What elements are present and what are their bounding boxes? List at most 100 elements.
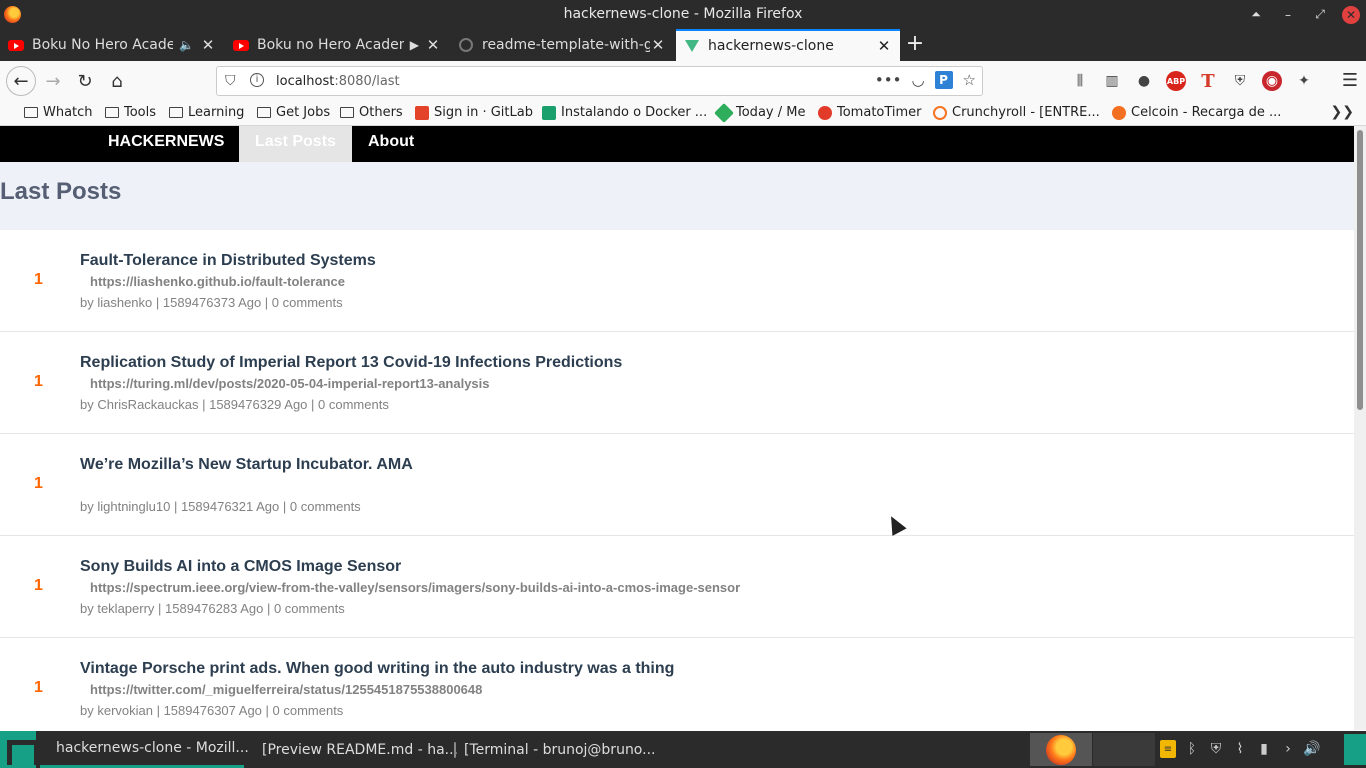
tab-label: readme-template-with-gif — [482, 37, 650, 53]
chevron-right-icon[interactable]: › — [1280, 740, 1296, 758]
speaker-icon[interactable]: 🔈 — [179, 38, 194, 52]
bookmark-celcoin[interactable]: Celcoin - Recarga de ... — [1112, 105, 1281, 120]
workspace-1[interactable] — [1030, 733, 1092, 766]
gitlab-icon — [415, 105, 429, 120]
play-icon[interactable]: ▶ — [410, 38, 419, 52]
red-extension-icon[interactable]: ◉ — [1262, 71, 1282, 91]
post-title[interactable]: Replication Study of Imperial Report 13 … — [80, 354, 622, 372]
tab-close-icon[interactable]: ✕ — [200, 36, 216, 54]
post-title[interactable]: We’re Mozilla’s New Startup Incubator. A… — [80, 456, 413, 474]
bookmark-others[interactable]: Others — [340, 105, 403, 120]
taskbar: hackernews-clone - Mozill... [Preview RE… — [0, 731, 1366, 768]
post-item: 1 Fault-Tolerance in Distributed Systems… — [0, 230, 1354, 332]
shade-icon[interactable]: ⏶ — [1240, 7, 1272, 22]
scrollbar-thumb[interactable] — [1357, 130, 1363, 410]
task-terminal[interactable]: [Terminal - brunoj@bruno... — [446, 731, 655, 768]
back-icon[interactable]: ← — [6, 66, 36, 96]
url-actions: ••• ◡ P ☆ — [875, 71, 976, 89]
post-item: 1 Vintage Porsche print ads. When good w… — [0, 638, 1354, 730]
bookmark-get-jobs[interactable]: Get Jobs — [257, 105, 330, 120]
t-extension-icon[interactable]: T — [1198, 71, 1218, 92]
task-preview-readme[interactable]: [Preview README.md - ha... — [246, 731, 458, 768]
extension-icon[interactable]: ✦ — [1294, 71, 1314, 91]
docker-icon — [542, 105, 556, 120]
sidebar-icon[interactable]: ▥ — [1102, 71, 1122, 91]
bookmark-star-icon[interactable]: ☆ — [963, 71, 976, 89]
post-meta: by teklaperry | 1589476283 Ago | 0 comme… — [80, 601, 345, 616]
post-score: 1 — [34, 679, 43, 696]
bookmark-crunchyroll[interactable]: Crunchyroll - [ENTRE... — [933, 105, 1100, 120]
bookmark-docker[interactable]: Instalando o Docker ... — [542, 105, 707, 120]
post-score: 1 — [34, 475, 43, 492]
new-tab-icon[interactable]: + — [903, 33, 927, 57]
tab-close-icon[interactable]: ✕ — [650, 36, 666, 54]
info-icon[interactable]: i — [250, 73, 264, 87]
tab-readme-template[interactable]: readme-template-with-gif ✕ — [450, 29, 674, 61]
firefox-icon — [1046, 735, 1076, 765]
bluetooth-icon[interactable]: ᛒ — [1184, 740, 1200, 758]
post-title[interactable]: Fault-Tolerance in Distributed Systems — [80, 252, 376, 270]
post-title[interactable]: Sony Builds AI into a CMOS Image Sensor — [80, 558, 401, 576]
tab-strip: Boku No Hero Academi 🔈 ✕ Boku no Hero Ac… — [0, 29, 1366, 61]
window-titlebar: hackernews-clone - Mozilla Firefox ⏶ – ⤢… — [0, 0, 1366, 29]
page-hero: Last Posts — [0, 162, 1354, 230]
battery-icon[interactable]: ▮ — [1256, 740, 1272, 758]
more-actions-icon[interactable]: ••• — [875, 71, 902, 89]
bookmark-gitlab[interactable]: Sign in · GitLab — [415, 105, 533, 120]
tab-close-icon[interactable]: ✕ — [425, 36, 441, 54]
url-text[interactable]: localhost:8080/last — [276, 74, 400, 89]
pocket-icon[interactable]: ◡ — [911, 71, 924, 89]
minimize-icon[interactable]: – — [1272, 8, 1304, 22]
menu-icon[interactable]: ☰ — [1342, 70, 1358, 91]
nav-last-posts[interactable]: Last Posts — [239, 126, 352, 162]
clip-icon[interactable]: ⌇ — [1232, 740, 1248, 758]
folder-icon — [105, 107, 119, 118]
page-scrollbar[interactable] — [1354, 126, 1366, 730]
tomato-icon — [818, 105, 832, 120]
reload-icon[interactable]: ↻ — [72, 68, 98, 94]
post-url[interactable]: https://liashenko.github.io/fault-tolera… — [90, 274, 345, 289]
start-menu-icon[interactable] — [0, 731, 39, 768]
volume-icon[interactable]: 🔊 — [1303, 740, 1320, 758]
url-bar[interactable]: ⛉ i localhost:8080/last ••• ◡ P ☆ — [216, 66, 983, 96]
account-icon[interactable]: ● — [1134, 71, 1154, 91]
youtube-icon — [233, 37, 249, 53]
notes-icon[interactable]: ≡ — [1160, 740, 1176, 758]
post-item: 1 We’re Mozilla’s New Startup Incubator.… — [0, 434, 1354, 536]
maximize-icon[interactable]: ⤢ — [1304, 7, 1336, 22]
crunchyroll-icon — [933, 105, 947, 120]
forward-icon[interactable]: → — [40, 68, 66, 94]
shield-icon[interactable]: ⛉ — [225, 73, 236, 89]
post-url[interactable]: https://turing.ml/dev/posts/2020-05-04-i… — [90, 376, 490, 391]
tab-boku-no-hero-1[interactable]: Boku No Hero Academi 🔈 ✕ — [0, 29, 224, 61]
shield-tray-icon[interactable]: ⛨ — [1208, 740, 1224, 758]
tab-boku-no-hero-2[interactable]: Boku no Hero Academi ▶ ✕ — [225, 29, 449, 61]
page-title: Last Posts — [0, 178, 122, 205]
tab-close-icon[interactable]: ✕ — [876, 37, 892, 55]
post-url[interactable]: https://twitter.com/_miguelferreira/stat… — [90, 682, 482, 697]
bookmark-learning[interactable]: Learning — [169, 105, 244, 120]
post-title[interactable]: Vintage Porsche print ads. When good wri… — [80, 660, 674, 678]
task-firefox[interactable]: hackernews-clone - Mozill... — [40, 731, 249, 768]
more-bookmarks-icon[interactable]: ❯❯ — [1331, 104, 1354, 120]
bookmark-today[interactable]: Today / Me — [714, 102, 805, 123]
bookmark-tools[interactable]: Tools — [105, 105, 156, 120]
home-icon[interactable]: ⌂ — [104, 68, 130, 94]
tab-hackernews-clone[interactable]: hackernews-clone ✕ — [676, 29, 900, 61]
bookmark-whatch[interactable]: Whatch — [24, 105, 93, 120]
close-window-icon[interactable]: ✕ — [1342, 5, 1360, 24]
shield-extension-icon[interactable]: ⛨ — [1230, 71, 1250, 91]
p-extension-icon[interactable]: P — [934, 71, 953, 89]
brand-link[interactable]: HACKERNEWS — [92, 126, 240, 162]
tab-label: Boku No Hero Academi — [32, 37, 174, 53]
bookmark-tomatotimer[interactable]: TomatoTimer — [818, 105, 922, 120]
post-url[interactable]: https://spectrum.ieee.org/view-from-the-… — [90, 580, 740, 595]
window-controls: ⏶ – ⤢ ✕ — [1240, 0, 1366, 29]
library-icon[interactable]: ⫼ — [1070, 71, 1090, 91]
nav-about[interactable]: About — [352, 126, 430, 162]
workspace-2[interactable] — [1093, 733, 1155, 766]
show-desktop-button[interactable] — [1344, 734, 1366, 765]
post-meta: by kervokian | 1589476307 Ago | 0 commen… — [80, 703, 344, 718]
adblock-icon[interactable]: ABP — [1166, 71, 1186, 91]
youtube-icon — [8, 37, 24, 53]
